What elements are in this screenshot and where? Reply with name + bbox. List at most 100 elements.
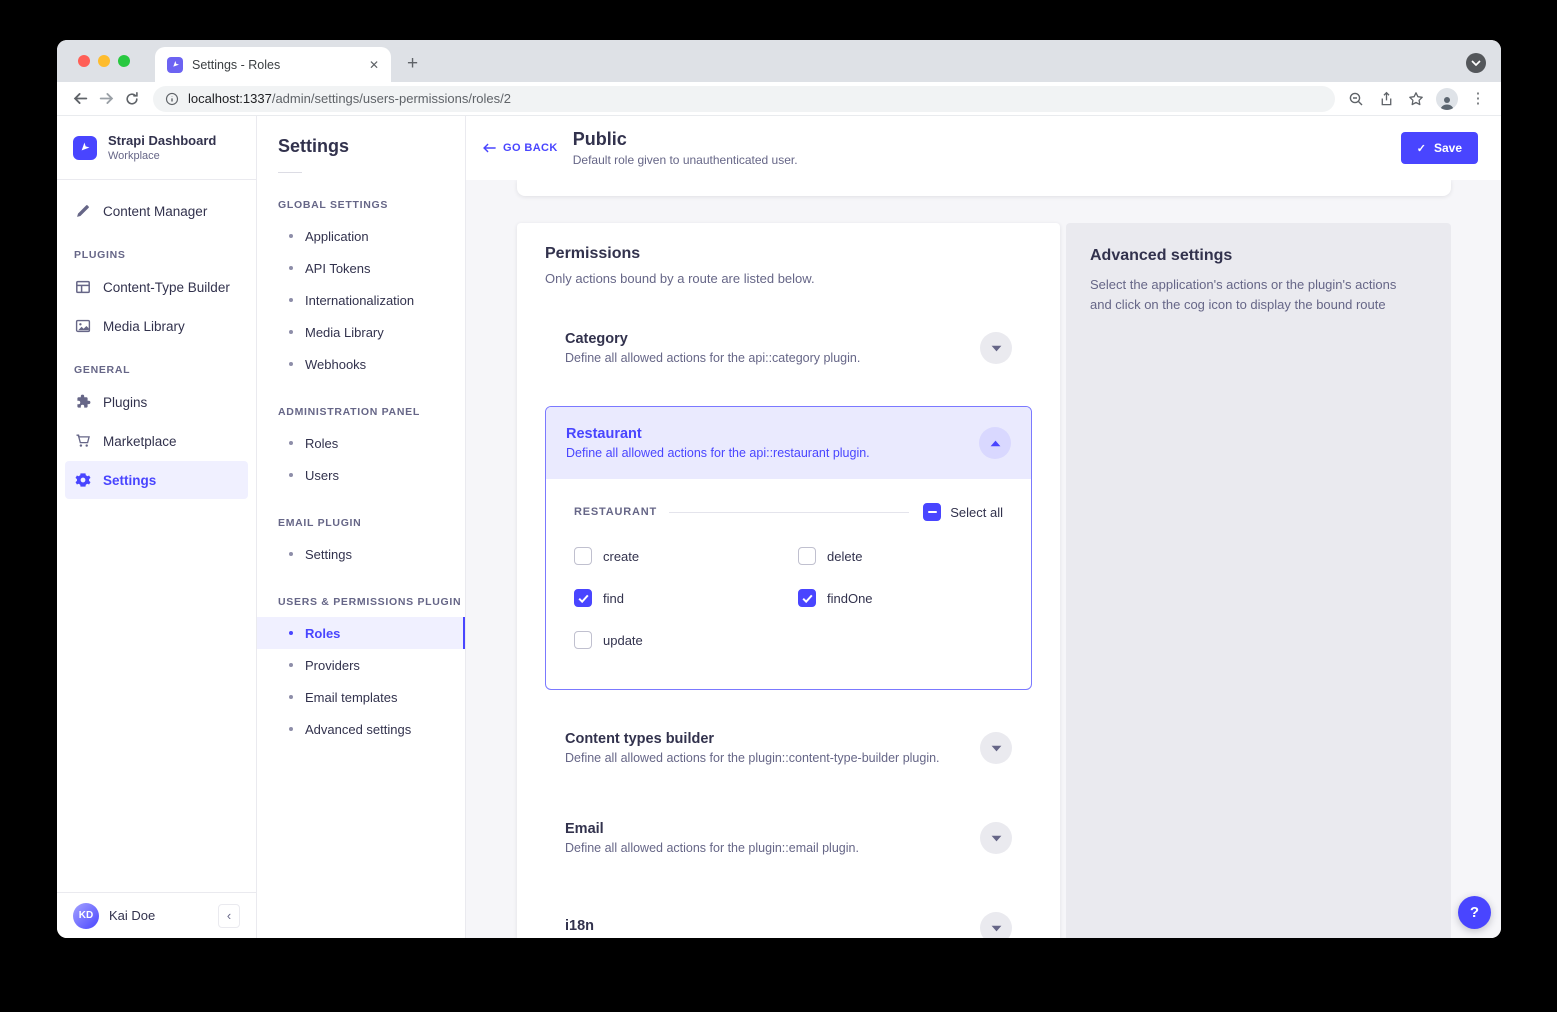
url-bar[interactable]: localhost:1337/admin/settings/users-perm… bbox=[153, 86, 1335, 112]
subnav-item-admin-users[interactable]: Users bbox=[257, 459, 465, 491]
chevron-down-icon bbox=[991, 835, 1002, 842]
forward-icon[interactable] bbox=[93, 86, 119, 112]
settings-subnav: Settings GLOBAL SETTINGS Application API… bbox=[257, 116, 466, 938]
layout-grid-icon bbox=[74, 278, 92, 296]
new-tab-button[interactable]: + bbox=[407, 53, 418, 75]
tab-search-chevron-button[interactable] bbox=[1466, 53, 1486, 73]
advanced-settings-body: Select the application's actions or the … bbox=[1090, 275, 1420, 315]
findone-checkbox[interactable] bbox=[798, 589, 816, 607]
sidebar-item-label: Settings bbox=[103, 473, 156, 488]
scroll-content[interactable]: Permissions Only actions bound by a rout… bbox=[466, 180, 1501, 938]
restaurant-group-row: RESTAURANT Select all bbox=[574, 503, 1003, 521]
accordion-restaurant-expanded: Restaurant Define all allowed actions fo… bbox=[545, 406, 1032, 690]
close-window-button[interactable] bbox=[78, 55, 90, 67]
subnav-item-admin-roles[interactable]: Roles bbox=[257, 427, 465, 459]
user-name: Kai Doe bbox=[109, 908, 155, 923]
subnav-item-providers[interactable]: Providers bbox=[257, 649, 465, 681]
bullet-icon bbox=[289, 727, 293, 731]
chevron-up-icon bbox=[990, 440, 1001, 447]
bullet-icon bbox=[289, 663, 293, 667]
browser-tab[interactable]: ➤ Settings - Roles ✕ bbox=[155, 47, 391, 82]
accordion-category[interactable]: Category Define all allowed actions for … bbox=[545, 316, 1032, 380]
accordion-restaurant-header[interactable]: Restaurant Define all allowed actions fo… bbox=[546, 407, 1031, 479]
go-back-link[interactable]: GO BACK bbox=[483, 142, 558, 154]
update-checkbox[interactable] bbox=[574, 631, 592, 649]
browser-menu-icon[interactable]: ⋮ bbox=[1465, 86, 1491, 112]
sidebar-section-general: GENERAL bbox=[74, 364, 248, 376]
accordion-name: Email bbox=[565, 821, 964, 837]
strapi-logo-icon: ➤ bbox=[73, 136, 97, 160]
sidebar-item-content-manager[interactable]: Content Manager bbox=[65, 192, 248, 230]
browser-profile-avatar[interactable] bbox=[1436, 88, 1458, 110]
browser-toolbar: localhost:1337/admin/settings/users-perm… bbox=[57, 82, 1501, 116]
accordion-content-types-builder[interactable]: Content types builder Define all allowed… bbox=[545, 716, 1032, 780]
save-button[interactable]: ✓ Save bbox=[1401, 132, 1478, 164]
page-subtitle: Default role given to unauthenticated us… bbox=[573, 153, 798, 167]
subnav-item-webhooks[interactable]: Webhooks bbox=[257, 348, 465, 380]
image-icon bbox=[74, 317, 92, 335]
subnav-item-internationalization[interactable]: Internationalization bbox=[257, 284, 465, 316]
find-checkbox[interactable] bbox=[574, 589, 592, 607]
back-icon[interactable] bbox=[67, 86, 93, 112]
sidebar-item-media-library[interactable]: Media Library bbox=[65, 307, 248, 345]
select-all-control[interactable]: Select all bbox=[923, 503, 1003, 521]
user-avatar[interactable]: KD bbox=[73, 903, 99, 929]
role-details-card-bottom bbox=[517, 180, 1451, 196]
subnav-item-api-tokens[interactable]: API Tokens bbox=[257, 252, 465, 284]
bullet-icon bbox=[289, 234, 293, 238]
collapse-restaurant-button[interactable] bbox=[979, 427, 1011, 459]
action-findone[interactable]: findOne bbox=[798, 589, 1022, 607]
sidebar-item-settings[interactable]: Settings bbox=[65, 461, 248, 499]
role-title-block: Public Default role given to unauthentic… bbox=[573, 129, 798, 167]
bookmark-star-icon[interactable] bbox=[1403, 86, 1429, 112]
subnav-item-advanced-settings[interactable]: Advanced settings bbox=[257, 713, 465, 745]
action-create[interactable]: create bbox=[574, 547, 798, 565]
expand-i18n-button[interactable] bbox=[980, 912, 1012, 938]
advanced-settings-panel: Advanced settings Select the application… bbox=[1066, 223, 1451, 938]
sidebar-item-plugins[interactable]: Plugins bbox=[65, 383, 248, 421]
expand-category-button[interactable] bbox=[980, 332, 1012, 364]
zoom-window-button[interactable] bbox=[118, 55, 130, 67]
group-label: RESTAURANT bbox=[574, 506, 657, 518]
chevron-down-icon bbox=[991, 745, 1002, 752]
accordion-i18n[interactable]: i18n bbox=[545, 896, 1032, 938]
bullet-icon bbox=[289, 362, 293, 366]
workspace-switcher[interactable]: ➤ Strapi Dashboard Workplace bbox=[57, 116, 256, 162]
action-find[interactable]: find bbox=[574, 589, 798, 607]
select-all-checkbox[interactable] bbox=[923, 503, 941, 521]
subnav-item-email-settings[interactable]: Settings bbox=[257, 538, 465, 570]
delete-checkbox[interactable] bbox=[798, 547, 816, 565]
help-button[interactable]: ? bbox=[1458, 896, 1491, 929]
share-icon[interactable] bbox=[1373, 86, 1399, 112]
sidebar-item-marketplace[interactable]: Marketplace bbox=[65, 422, 248, 460]
strapi-app: ➤ Strapi Dashboard Workplace Content Man… bbox=[57, 116, 1501, 938]
zoom-out-icon[interactable] bbox=[1343, 86, 1369, 112]
pen-icon bbox=[74, 202, 92, 220]
section-email-plugin: EMAIL PLUGIN bbox=[278, 517, 465, 529]
close-tab-icon[interactable]: ✕ bbox=[369, 58, 379, 72]
section-users-permissions-plugin: USERS & PERMISSIONS PLUGIN bbox=[278, 596, 465, 608]
create-checkbox[interactable] bbox=[574, 547, 592, 565]
bullet-icon bbox=[289, 298, 293, 302]
subnav-item-media-library[interactable]: Media Library bbox=[257, 316, 465, 348]
subnav-item-up-roles[interactable]: Roles bbox=[257, 617, 465, 649]
accordion-description: Define all allowed actions for the plugi… bbox=[565, 841, 964, 855]
bullet-icon bbox=[289, 441, 293, 445]
collapse-sidebar-button[interactable]: ‹ bbox=[218, 904, 240, 928]
subnav-item-application[interactable]: Application bbox=[257, 220, 465, 252]
accordion-email[interactable]: Email Define all allowed actions for the… bbox=[545, 806, 1032, 870]
action-delete[interactable]: delete bbox=[798, 547, 1022, 565]
puzzle-icon bbox=[74, 393, 92, 411]
expand-email-button[interactable] bbox=[980, 822, 1012, 854]
action-update[interactable]: update bbox=[574, 631, 798, 649]
section-administration-panel: ADMINISTRATION PANEL bbox=[278, 406, 465, 418]
site-info-icon[interactable] bbox=[165, 92, 179, 106]
expand-content-types-builder-button[interactable] bbox=[980, 732, 1012, 764]
sidebar-item-content-type-builder[interactable]: Content-Type Builder bbox=[65, 268, 248, 306]
sidebar-item-label: Marketplace bbox=[103, 434, 177, 449]
subnav-item-email-templates[interactable]: Email templates bbox=[257, 681, 465, 713]
advanced-settings-title: Advanced settings bbox=[1090, 247, 1427, 265]
sidebar-section-plugins: PLUGINS bbox=[74, 249, 248, 261]
minimize-window-button[interactable] bbox=[98, 55, 110, 67]
reload-icon[interactable] bbox=[119, 86, 145, 112]
